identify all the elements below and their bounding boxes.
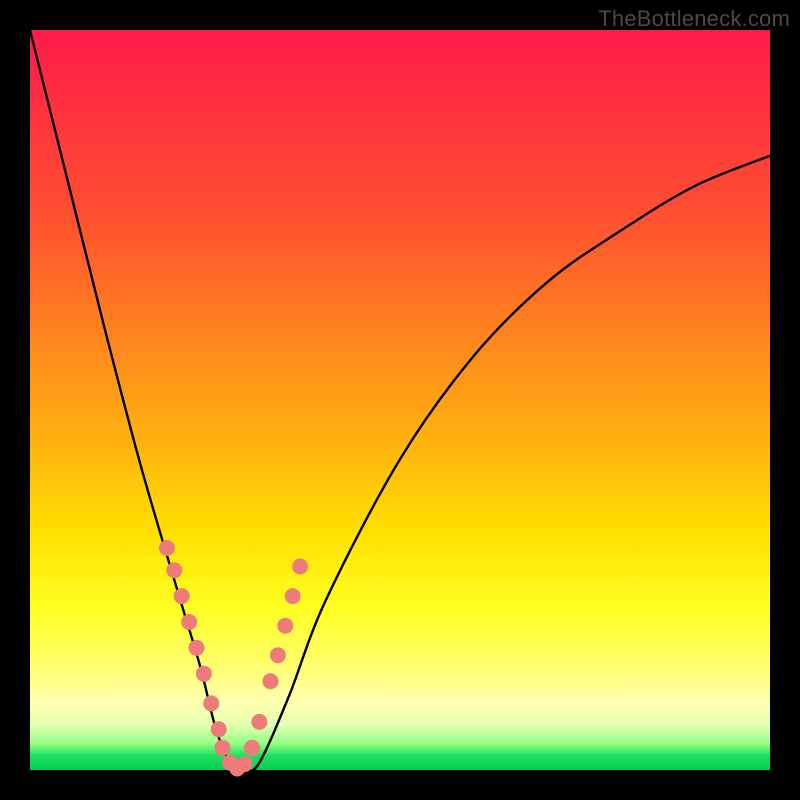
- bottleneck-curve-path: [30, 30, 770, 771]
- highlight-dot: [285, 588, 301, 604]
- highlight-dot: [174, 588, 190, 604]
- highlight-dot: [166, 562, 182, 578]
- highlight-dot: [203, 695, 219, 711]
- highlight-dot: [292, 559, 308, 575]
- highlight-dot: [159, 540, 175, 556]
- chart-frame: TheBottleneck.com: [0, 0, 800, 800]
- highlight-dot: [263, 673, 279, 689]
- highlight-dot: [244, 740, 260, 756]
- highlight-dots-group: [159, 540, 308, 777]
- highlight-dot: [196, 666, 212, 682]
- watermark-text: TheBottleneck.com: [598, 6, 790, 32]
- highlight-dot: [270, 647, 286, 663]
- highlight-dot: [181, 614, 197, 630]
- highlight-dot: [189, 640, 205, 656]
- highlight-dot: [214, 740, 230, 756]
- highlight-dot: [251, 714, 267, 730]
- plot-area: [30, 30, 770, 770]
- highlight-dot: [277, 618, 293, 634]
- highlight-dot: [237, 756, 253, 772]
- highlight-dot: [211, 721, 227, 737]
- curve-svg: [30, 30, 770, 770]
